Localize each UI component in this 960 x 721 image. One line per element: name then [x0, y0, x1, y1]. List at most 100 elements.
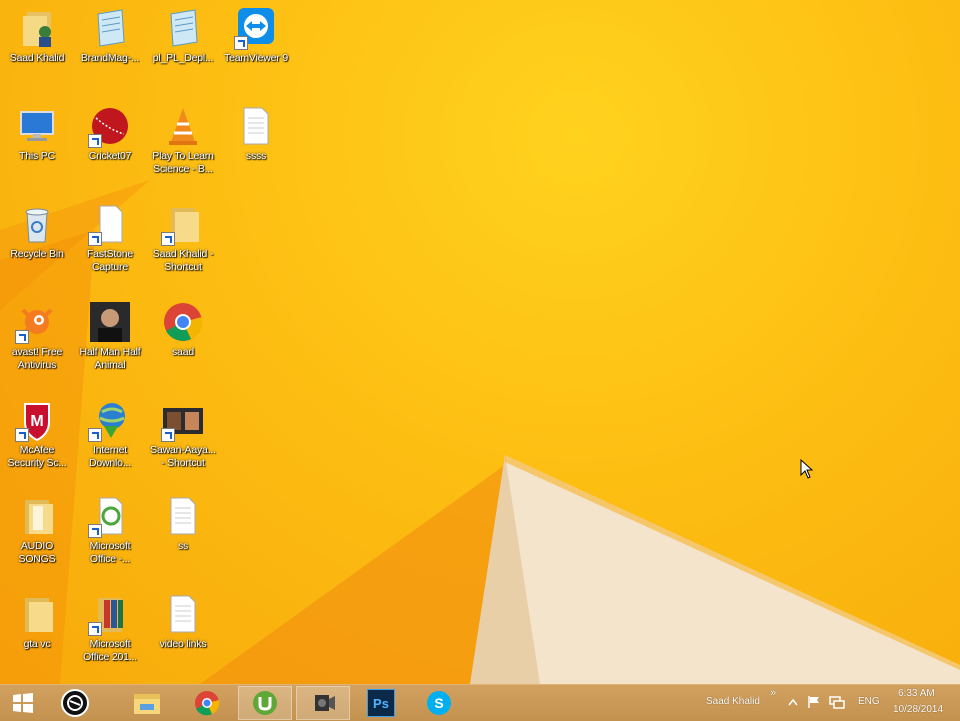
- tray-up-arrow-icon[interactable]: [788, 698, 798, 706]
- shortcut-arrow-icon: [161, 428, 175, 442]
- text-file-icon: [161, 592, 205, 636]
- chrome-icon: [195, 691, 220, 716]
- desktop-icon-teamviewer[interactable]: TeamViewer 9: [219, 6, 293, 65]
- icon-label: McAfee Security Sc...: [7, 444, 67, 469]
- desktop[interactable]: Saad Khalid This PC Recycle Bin avast! F…: [0, 0, 960, 684]
- clock-time[interactable]: 6:33 AM: [898, 688, 935, 699]
- desktop-icon-this-pc[interactable]: This PC: [0, 104, 74, 163]
- photo-icon: [88, 300, 132, 344]
- user-folder-icon: [15, 6, 59, 50]
- icon-label: ssss: [245, 150, 267, 162]
- shortcut-arrow-icon: [88, 524, 102, 538]
- tray-user-name[interactable]: Saad Khalid: [706, 696, 760, 707]
- icon-label: pl_PL_Depl...: [152, 52, 214, 64]
- taskbar-skype[interactable]: S: [412, 686, 466, 720]
- mcafee-icon: M: [15, 398, 59, 442]
- shortcut-arrow-icon: [88, 134, 102, 148]
- desktop-icon-cricket07[interactable]: Cricket07: [73, 104, 147, 163]
- shortcut-arrow-icon: [234, 36, 248, 50]
- network-icon[interactable]: [829, 695, 845, 709]
- desktop-icon-saad-khalid[interactable]: Saad Khalid: [0, 6, 74, 65]
- icon-label: BrandMag-...: [80, 52, 140, 64]
- desktop-icon-microsoft-office[interactable]: Microsoft Office -...: [73, 494, 147, 566]
- notepad-icon: [88, 6, 132, 50]
- shortcut-arrow-icon: [88, 622, 102, 636]
- icon-label: FastStone Capture: [86, 248, 134, 273]
- chrome-icon: [161, 300, 205, 344]
- office-icon: [88, 494, 132, 538]
- desktop-icon-saad-khalid-shortcut[interactable]: Saad Khalid - Shortcut: [146, 202, 220, 274]
- desktop-icon-brandmag[interactable]: BrandMag-...: [73, 6, 147, 65]
- icon-label: Internet Downlo...: [89, 444, 131, 469]
- photoshop-icon: Ps: [367, 689, 395, 717]
- mouse-cursor-icon: [800, 459, 814, 479]
- taskbar-file-explorer[interactable]: [120, 686, 174, 720]
- icon-label: Recycle Bin: [10, 248, 64, 260]
- globe-download-icon: [88, 398, 132, 442]
- computer-icon: [15, 104, 59, 148]
- desktop-icon-saad[interactable]: saad: [146, 300, 220, 359]
- cortana-circle-icon: [61, 689, 89, 717]
- folder-icon: [15, 592, 59, 636]
- shortcut-arrow-icon: [88, 232, 102, 246]
- utorrent-icon: [253, 691, 277, 715]
- desktop-icon-video-links[interactable]: video links: [146, 592, 220, 651]
- vlc-icon: [161, 104, 205, 148]
- icon-label: This PC: [19, 150, 55, 162]
- text-file-icon: [234, 104, 278, 148]
- clock-date[interactable]: 10/28/2014: [893, 704, 943, 715]
- icon-label: ss: [177, 540, 189, 552]
- desktop-icon-ss[interactable]: ss: [146, 494, 220, 553]
- icon-label: avast! Free Antivirus: [11, 346, 63, 371]
- desktop-icon-sawan-aaya[interactable]: Sawan-Aaya... - Shortcut: [146, 398, 220, 470]
- cricket-ball-icon: [88, 104, 132, 148]
- icon-label: Saad Khalid - Shortcut: [152, 248, 214, 273]
- folder-icon: [161, 202, 205, 246]
- taskbar-chrome[interactable]: [180, 686, 234, 720]
- icon-label: Cricket07: [88, 150, 132, 162]
- taskbar-utorrent[interactable]: [238, 686, 292, 720]
- icon-label: saad: [172, 346, 194, 358]
- svg-text:M: M: [30, 413, 43, 430]
- taskbar-camera-app[interactable]: [296, 686, 350, 720]
- desktop-icon-gta-vc[interactable]: gta vc: [0, 592, 74, 651]
- flag-icon[interactable]: [807, 695, 821, 709]
- camera-icon: [315, 695, 335, 711]
- notepad-icon: [161, 6, 205, 50]
- desktop-icon-avast[interactable]: avast! Free Antivirus: [0, 300, 74, 372]
- teamviewer-icon: [234, 6, 278, 50]
- taskbar-circle-app[interactable]: [48, 686, 102, 720]
- icon-label: AUDIO SONGS: [18, 540, 56, 565]
- icon-label: Microsoft Office -...: [89, 540, 131, 565]
- desktop-icon-microsoft-office-201[interactable]: Microsoft Office 201...: [73, 592, 147, 664]
- taskbar-photoshop[interactable]: Ps: [354, 686, 408, 720]
- desktop-icon-pl-pl-depl[interactable]: pl_PL_Depl...: [146, 6, 220, 65]
- file-explorer-icon: [134, 694, 160, 714]
- desktop-icon-internet-download[interactable]: Internet Downlo...: [73, 398, 147, 470]
- desktop-icon-audio-songs[interactable]: AUDIO SONGS: [0, 494, 74, 566]
- folder-icon: [15, 494, 59, 538]
- input-language[interactable]: ENG: [858, 696, 880, 707]
- desktop-icon-mcafee[interactable]: M McAfee Security Sc...: [0, 398, 74, 470]
- start-button[interactable]: [0, 686, 46, 720]
- office-folder-icon: [88, 592, 132, 636]
- shortcut-arrow-icon: [15, 330, 29, 344]
- toolbar-chevron-icon[interactable]: »: [770, 687, 776, 699]
- icon-label: video links: [159, 638, 207, 650]
- shortcut-arrow-icon: [15, 428, 29, 442]
- desktop-icon-recycle-bin[interactable]: Recycle Bin: [0, 202, 74, 261]
- shortcut-arrow-icon: [88, 428, 102, 442]
- desktop-icon-half-man[interactable]: Half Man Half Animal: [73, 300, 147, 372]
- avast-icon: [15, 300, 59, 344]
- windows-start-icon: [13, 693, 33, 713]
- svg-text:S: S: [434, 695, 443, 711]
- recycle-bin-icon: [15, 202, 59, 246]
- document-icon: [88, 202, 132, 246]
- desktop-icon-play-to-learn[interactable]: Play To Learn Science - B...: [146, 104, 220, 176]
- desktop-icon-faststone[interactable]: FastStone Capture: [73, 202, 147, 274]
- desktop-icon-ssss[interactable]: ssss: [219, 104, 293, 163]
- video-thumbnail-icon: [161, 398, 205, 442]
- skype-icon: S: [427, 691, 451, 715]
- icon-label: Half Man Half Animal: [79, 346, 141, 371]
- icon-label: gta vc: [23, 638, 51, 650]
